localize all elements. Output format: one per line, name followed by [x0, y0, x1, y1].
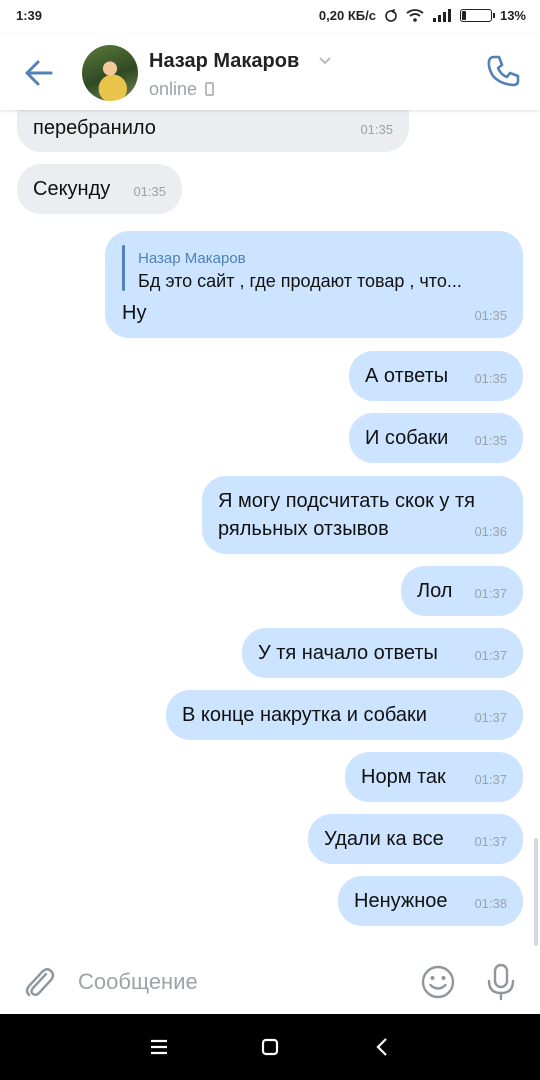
reply-quote-bar	[122, 245, 125, 291]
message-bubble[interactable]: перебранило 01:35	[17, 110, 409, 152]
message-text: Норм так	[361, 766, 446, 788]
status-indicators: 0,20 КБ/с 13%	[319, 8, 526, 23]
microphone-icon[interactable]	[484, 962, 518, 1002]
paperclip-icon[interactable]	[22, 964, 56, 1000]
message-bubble[interactable]: У тя начало ответы 01:37	[242, 628, 523, 678]
contact-status: online	[149, 79, 215, 100]
message-bubble[interactable]: Я могу подсчитать скок у тя рялььных отз…	[202, 476, 523, 554]
online-status: online	[149, 79, 198, 99]
network-speed: 0,20 КБ/с	[318, 8, 376, 23]
message-text: перебранило	[33, 117, 156, 139]
message-composer	[0, 950, 540, 1014]
phone-icon[interactable]	[484, 52, 522, 90]
message-bubble[interactable]: А ответы 01:35	[349, 351, 523, 401]
message-bubble[interactable]: Норм так 01:37	[345, 752, 523, 802]
message-time: 01:36	[474, 524, 507, 539]
message-time: 01:35	[133, 184, 166, 199]
chevron-down-icon[interactable]	[318, 56, 332, 66]
battery-fill	[461, 11, 466, 20]
avatar[interactable]	[82, 45, 138, 101]
message-time: 01:35	[474, 433, 507, 448]
home-icon[interactable]	[257, 1034, 283, 1060]
message-bubble[interactable]: В конце накрутка и собаки 01:37	[166, 690, 523, 740]
message-time: 01:37	[474, 648, 507, 663]
message-bubble[interactable]: Секунду 01:35	[17, 164, 182, 214]
sync-icon	[385, 8, 397, 22]
message-text: Ненужное	[354, 890, 448, 912]
message-bubble[interactable]: И собаки 01:35	[349, 413, 523, 463]
message-text-line: Я могу подсчитать скок у тя	[218, 490, 475, 512]
menu-icon[interactable]	[146, 1034, 172, 1060]
wifi-icon	[406, 9, 424, 22]
message-time: 01:35	[474, 371, 507, 386]
message-time: 01:35	[360, 122, 393, 137]
message-text: В конце накрутка и собаки	[182, 704, 427, 726]
message-text-line: рялььных отзывов	[218, 518, 389, 540]
message-list[interactable]: перебранило 01:35 Секунду 01:35 Назар Ма…	[0, 110, 540, 950]
battery-percent: 13%	[499, 8, 526, 23]
scrollbar[interactable]	[534, 838, 538, 946]
status-time: 1:39	[16, 8, 43, 23]
message-input[interactable]	[78, 964, 398, 1000]
message-bubble[interactable]: Удали ка все 01:37	[308, 814, 523, 864]
message-text: Удали ка все	[324, 828, 444, 850]
message-time: 01:37	[474, 586, 507, 601]
emoji-icon[interactable]	[420, 964, 456, 1000]
message-bubble[interactable]: Ненужное 01:38	[338, 876, 523, 926]
message-bubble[interactable]: Назар Макаров Бд это сайт , где продают …	[105, 231, 523, 338]
back-arrow-icon[interactable]	[22, 56, 56, 90]
contact-name[interactable]: Назар Макаров	[149, 50, 299, 73]
message-time: 01:37	[474, 772, 507, 787]
message-text: Ну	[122, 302, 147, 324]
message-time: 01:38	[474, 896, 507, 911]
message-text: А ответы	[365, 365, 449, 387]
status-bar: 1:39 0,20 КБ/с 13%	[0, 0, 540, 34]
message-time: 01:37	[474, 834, 507, 849]
reply-text: Бд это сайт , где продают товар , что...	[138, 271, 462, 291]
message-time: 01:35	[474, 308, 507, 323]
battery-icon	[459, 9, 495, 22]
message-text: У тя начало ответы	[258, 642, 438, 664]
message-time: 01:37	[474, 710, 507, 725]
system-nav-bar	[0, 1014, 540, 1080]
mobile-icon	[205, 82, 215, 96]
message-text: И собаки	[365, 427, 449, 449]
message-text: Секунду	[33, 178, 111, 200]
message-text: Лол	[417, 580, 453, 602]
chat-header: Назар Макаров online	[0, 34, 540, 110]
message-bubble[interactable]: Лол 01:37	[401, 566, 523, 616]
signal-icon	[432, 9, 451, 22]
back-icon[interactable]	[370, 1034, 396, 1060]
